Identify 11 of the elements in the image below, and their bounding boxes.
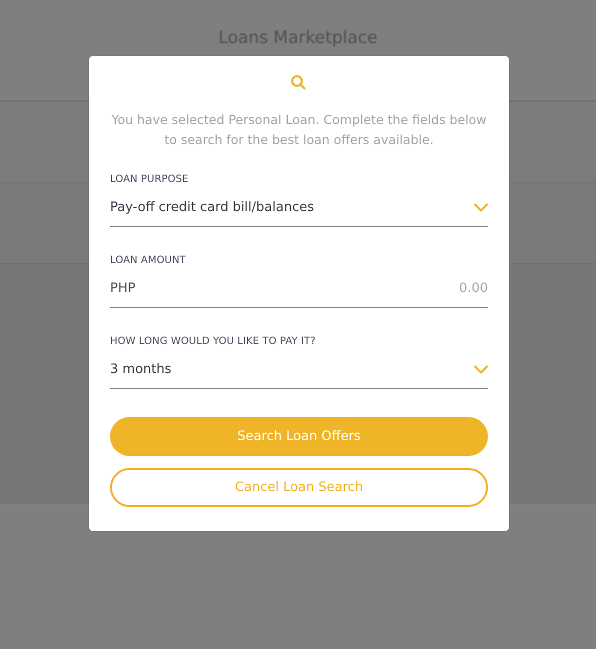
chevron-down-icon (474, 364, 488, 374)
search-icon (290, 74, 308, 92)
select-field[interactable]: 3 months (110, 360, 488, 389)
dialog-description: You have selected Personal Loan. Complete the fields below to search for the best loan offers available. (110, 111, 488, 149)
chevron-down-icon (474, 202, 488, 212)
select-field[interactable]: Pay-off credit card bill/balances (110, 198, 488, 227)
currency-label: PHP (110, 280, 136, 296)
field-label: HOW LONG WOULD YOU LIKE TO PAY IT? (110, 336, 317, 347)
amount-field[interactable]: 0.00 (368, 280, 488, 296)
field-label: LOAN PURPOSE (110, 174, 190, 185)
field-label: LOAN AMOUNT (110, 255, 187, 266)
